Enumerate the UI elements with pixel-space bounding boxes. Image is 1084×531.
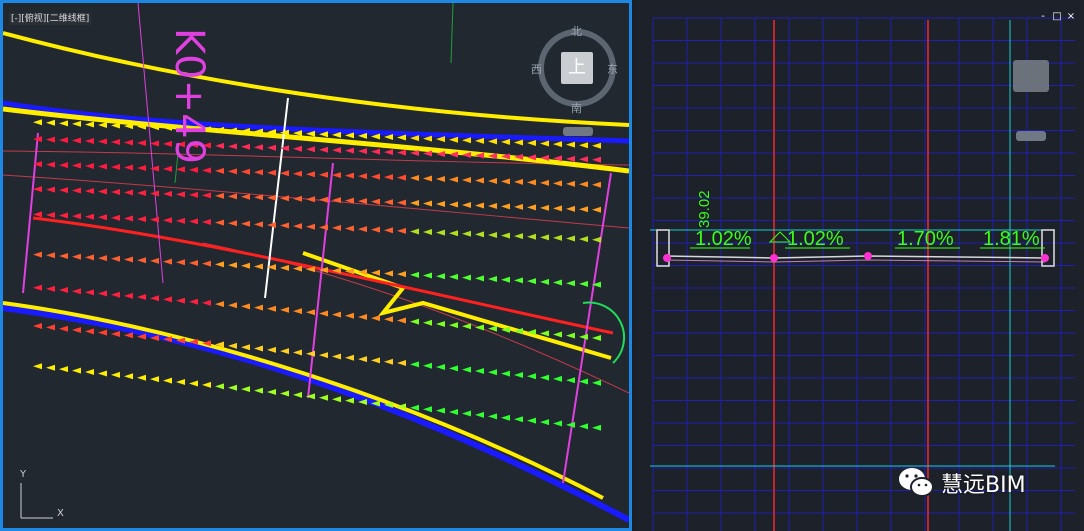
watermark: 慧远BIM: [897, 466, 1026, 500]
slope-label: 1.70%: [897, 228, 954, 250]
minimize-button[interactable]: -: [1038, 12, 1048, 22]
watermark-text: 慧远BIM: [941, 473, 1026, 498]
viewcube-top-face[interactable]: 上: [561, 52, 593, 84]
plan-drawing[interactable]: [3, 3, 629, 528]
viewport-title[interactable]: [-][俯视][二维线框]: [9, 13, 92, 25]
slope-label: 1.02%: [787, 228, 844, 250]
compass-west[interactable]: 西: [531, 61, 542, 77]
close-button[interactable]: ×: [1066, 12, 1076, 22]
wcs-menu-button-right[interactable]: [1016, 131, 1046, 141]
compass-north[interactable]: 北: [571, 23, 582, 39]
maximize-button[interactable]: □: [1052, 12, 1062, 22]
elevation-label: 39.02: [696, 190, 713, 228]
station-label: K0+49: [166, 27, 213, 165]
ucs-y-label: Y: [20, 469, 27, 480]
slope-label: 1.02%: [695, 228, 752, 250]
viewcube-mini[interactable]: [1013, 60, 1049, 92]
section-grid: [652, 17, 1075, 531]
wcs-menu-button[interactable]: [563, 127, 593, 136]
ucs-x-label: X: [57, 508, 64, 519]
slope-label: 1.81%: [983, 228, 1040, 250]
plan-viewport[interactable]: [-][俯视][二维线框] K0+49 北 南 东 西 上 Y X: [0, 0, 632, 531]
compass-east[interactable]: 东: [607, 61, 618, 77]
wechat-icon: [899, 468, 934, 497]
compass-south[interactable]: 南: [571, 100, 582, 116]
window-controls: - □ ×: [1038, 12, 1076, 22]
